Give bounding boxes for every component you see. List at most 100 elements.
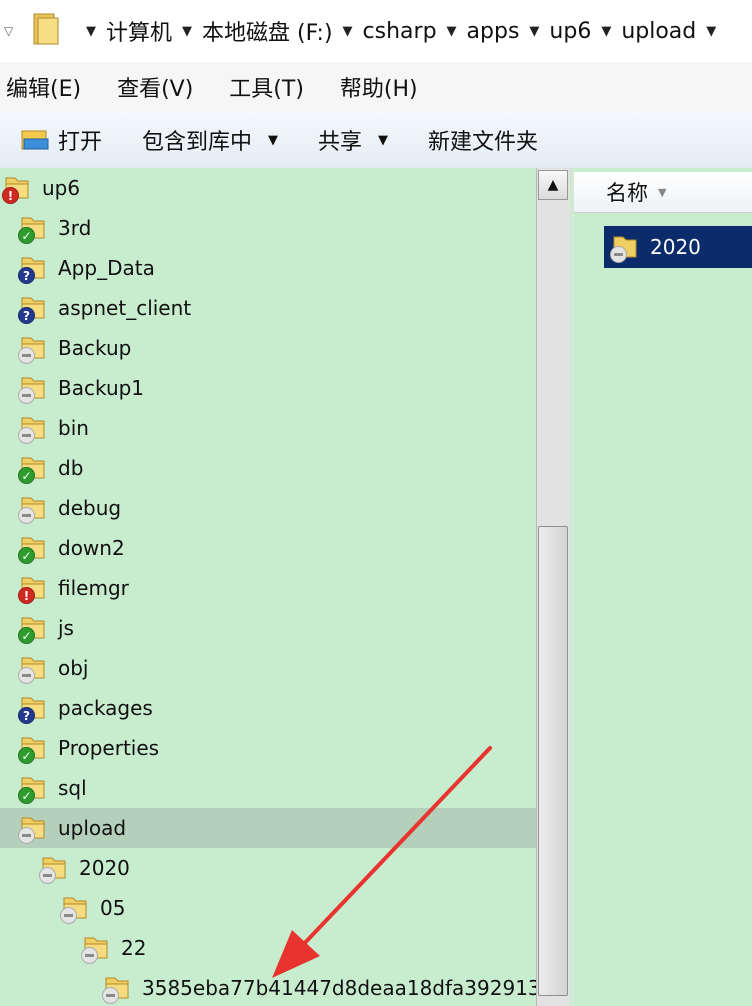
svn-normal-folder-icon: ✓ <box>18 772 50 804</box>
tree-item-label: db <box>58 456 84 480</box>
tree-item[interactable]: ? App_Data <box>0 248 536 288</box>
folder-icon <box>33 13 59 45</box>
breadcrumb-chevron-icon[interactable]: ▼ <box>343 24 353 39</box>
tree-item[interactable]: bin <box>0 408 536 448</box>
menu-view[interactable]: 查看(V) <box>117 71 193 103</box>
tree-item[interactable]: upload <box>0 808 536 848</box>
open-button[interactable]: 打开 <box>20 124 102 156</box>
tree-item[interactable]: Backup1 <box>0 368 536 408</box>
breadcrumb-item[interactable]: csharp <box>363 19 437 44</box>
sort-icon: ▼ <box>658 185 667 199</box>
breadcrumb-chevron-icon[interactable]: ▼ <box>86 24 96 39</box>
tree-item[interactable]: ! filemgr <box>0 568 536 608</box>
svn-ignored-folder-icon <box>81 932 113 964</box>
tree-item-label: Backup1 <box>58 376 145 400</box>
history-dropdown-icon[interactable]: ▽ <box>4 24 13 38</box>
breadcrumb: ▼ 计算机 ▼ 本地磁盘 (F:) ▼ csharp ▼ apps ▼ up6 ▼ upload ▼ <box>76 14 726 48</box>
tree-item-label: 05 <box>100 896 126 920</box>
new-folder-label: 新建文件夹 <box>428 130 539 155</box>
scroll-up-button[interactable]: ▲ <box>538 170 568 200</box>
include-library-button[interactable]: 包含到库中 ▼ <box>142 124 278 156</box>
command-bar: 打开 包含到库中 ▼ 共享 ▼ 新建文件夹 <box>0 112 752 169</box>
tree-item-label: down2 <box>58 536 125 560</box>
svn-ignored-folder-icon <box>18 372 50 404</box>
menu-tools[interactable]: 工具(T) <box>229 71 304 103</box>
folder-tree: ! up6 ✓ 3rd ? App_Data? aspnet_client Backup Bac… <box>0 168 536 1006</box>
svn-ignored-folder-icon <box>18 412 50 444</box>
share-label: 共享 <box>318 130 363 155</box>
tree-item-label: Backup <box>58 336 132 360</box>
breadcrumb-item[interactable]: upload <box>621 19 696 44</box>
address-dropdown-icon[interactable]: ▼ <box>706 24 716 39</box>
scroll-thumb[interactable] <box>538 526 568 996</box>
tree-item[interactable]: ✓ Properties <box>0 728 536 768</box>
tree-item[interactable]: ! up6 <box>0 168 536 208</box>
menu-help[interactable]: 帮助(H) <box>340 71 418 103</box>
tree-item-label: 2020 <box>79 856 130 880</box>
chevron-down-icon: ▼ <box>268 132 279 148</box>
tree-item-label: 3rd <box>58 216 92 240</box>
svn-ignored-folder-icon <box>18 812 50 844</box>
tree-item-label: 22 <box>121 936 147 960</box>
breadcrumb-item[interactable]: 本地磁盘 (F:) <box>202 15 333 47</box>
svn-unversioned-folder-icon: ? <box>18 252 50 284</box>
breadcrumb-chevron-icon[interactable]: ▼ <box>601 24 611 39</box>
share-button[interactable]: 共享 ▼ <box>318 124 388 156</box>
tree-item[interactable]: debug <box>0 488 536 528</box>
menu-bar: 编辑(E) 查看(V) 工具(T) 帮助(H) <box>0 62 752 112</box>
tree-item[interactable]: ? aspnet_client <box>0 288 536 328</box>
svn-ignored-folder-icon <box>102 972 134 1004</box>
tree-item-label: bin <box>58 416 89 440</box>
column-name-label: 名称 <box>606 181 648 205</box>
tree-item[interactable]: ? packages <box>0 688 536 728</box>
address-bar[interactable]: ▽ ▼ 计算机 ▼ 本地磁盘 (F:) ▼ csharp ▼ apps ▼ up6 ▼ upload ▼ <box>0 0 752 63</box>
svn-ignored-folder-icon <box>18 652 50 684</box>
include-library-label: 包含到库中 <box>142 130 253 155</box>
tree-item[interactable]: obj <box>0 648 536 688</box>
tree-item-label: up6 <box>42 176 81 200</box>
new-folder-button[interactable]: 新建文件夹 <box>428 124 538 156</box>
tree-item[interactable]: ✓ 3rd <box>0 208 536 248</box>
svn-ignored-folder-icon <box>39 852 71 884</box>
tree-item[interactable]: 22 <box>0 928 536 968</box>
svn-ignored-folder-icon <box>18 332 50 364</box>
tree-item-label: obj <box>58 656 89 680</box>
svn-normal-folder-icon: ✓ <box>18 212 50 244</box>
file-item-selected[interactable]: 2020 <box>604 226 752 268</box>
tree-item-label: debug <box>58 496 122 520</box>
svn-normal-folder-icon: ✓ <box>18 612 50 644</box>
tree-item[interactable]: ✓ sql <box>0 768 536 808</box>
svn-conflict-folder-icon: ! <box>2 172 34 204</box>
tree-item[interactable]: 05 <box>0 888 536 928</box>
breadcrumb-chevron-icon[interactable]: ▼ <box>529 24 539 39</box>
tree-item-label: sql <box>58 776 87 800</box>
chevron-down-icon: ▼ <box>378 132 389 148</box>
svn-unversioned-folder-icon: ? <box>18 292 50 324</box>
tree-item[interactable]: 3585eba77b41447d8deaa18dfa392913 <box>0 968 536 1006</box>
svn-normal-folder-icon: ✓ <box>18 532 50 564</box>
tree-item[interactable]: Backup <box>0 328 536 368</box>
tree-item-label: filemgr <box>58 576 129 600</box>
column-header-name[interactable]: 名称 ▼ <box>574 172 752 213</box>
tree-item-label: aspnet_client <box>58 296 192 320</box>
svn-ignored-folder-icon <box>60 892 92 924</box>
breadcrumb-chevron-icon[interactable]: ▼ <box>447 24 457 39</box>
open-folder-icon <box>21 130 49 150</box>
tree-item[interactable]: ✓ down2 <box>0 528 536 568</box>
menu-edit[interactable]: 编辑(E) <box>6 71 81 103</box>
tree-item[interactable]: 2020 <box>0 848 536 888</box>
svn-ignored-folder-icon <box>18 492 50 524</box>
svn-conflict-folder-icon: ! <box>18 572 50 604</box>
tree-item-label: upload <box>58 816 127 840</box>
breadcrumb-item[interactable]: up6 <box>549 19 591 44</box>
breadcrumb-chevron-icon[interactable]: ▼ <box>182 24 192 39</box>
svn-unversioned-folder-icon: ? <box>18 692 50 724</box>
tree-item-label: 3585eba77b41447d8deaa18dfa392913 <box>142 976 536 1000</box>
tree-item[interactable]: ✓ js <box>0 608 536 648</box>
breadcrumb-item[interactable]: apps <box>467 19 520 44</box>
file-list: 名称 ▼ 2020 <box>572 168 752 1006</box>
tree-scrollbar[interactable]: ▲ <box>536 168 570 1006</box>
tree-item[interactable]: ✓ db <box>0 448 536 488</box>
breadcrumb-item[interactable]: 计算机 <box>106 15 172 47</box>
svn-normal-folder-icon: ✓ <box>18 452 50 484</box>
